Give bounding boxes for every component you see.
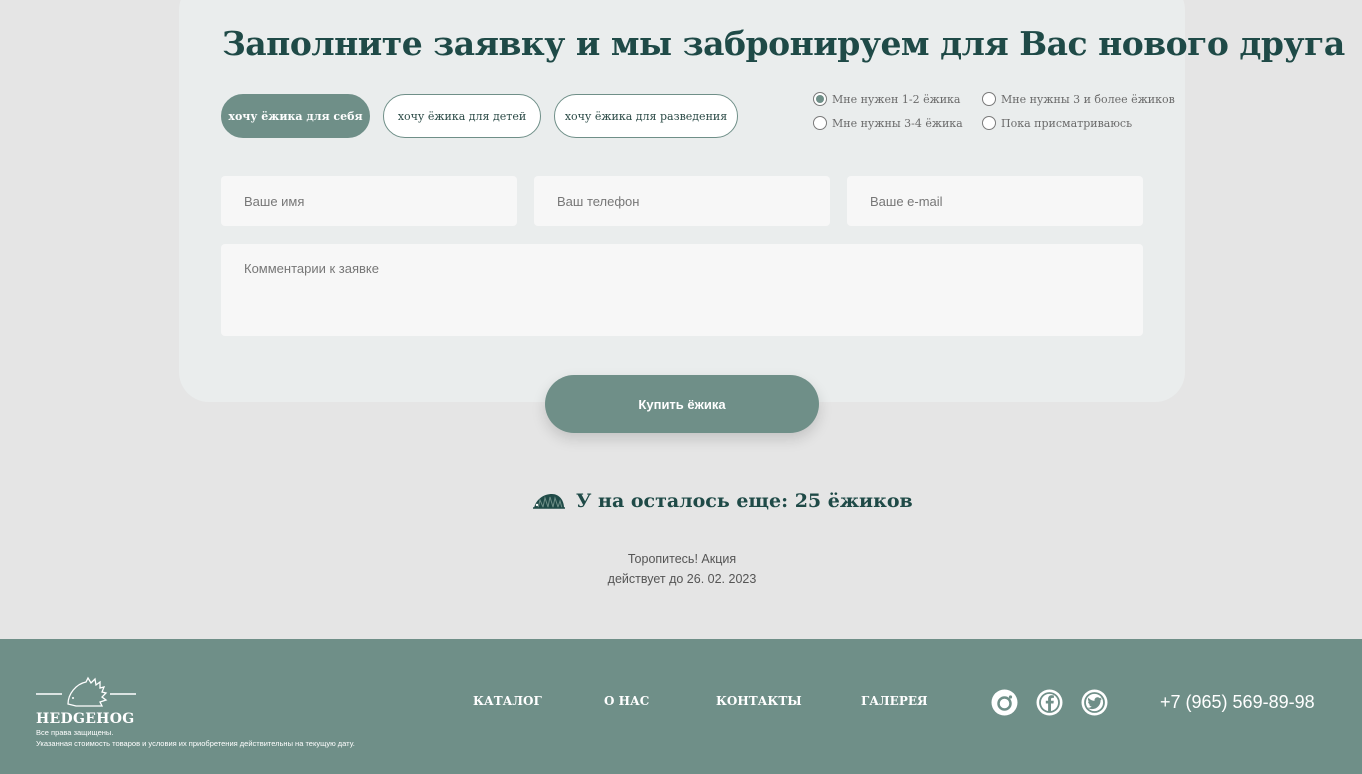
- radio-label: Пока присматриваюсь: [1001, 116, 1133, 130]
- promo-text: Торопитесь! Акция действует до 26. 02. 2…: [560, 549, 804, 589]
- footer-rights: Все права защищены.: [36, 728, 114, 737]
- form-title: Заполните заявку и мы забронируем для Ва…: [222, 24, 1345, 63]
- hedgehog-icon: [533, 494, 565, 509]
- stock-counter: У на осталось еще: 25 ёжиков: [532, 490, 913, 512]
- purpose-breeding-button[interactable]: хочу ёжика для разведения: [554, 94, 738, 138]
- name-input[interactable]: [221, 176, 517, 226]
- quantity-radio-3-plus[interactable]: Мне нужны 3 и более ёжиков: [982, 92, 1175, 106]
- comment-textarea[interactable]: [221, 244, 1143, 336]
- footer-phone-link[interactable]: +7 (965) 569-89-98: [1160, 692, 1315, 713]
- instagram-icon[interactable]: [991, 689, 1018, 716]
- purpose-kids-button[interactable]: хочу ёжика для детей: [383, 94, 541, 138]
- promo-line-2: действует до 26. 02. 2023: [607, 572, 757, 586]
- radio-unchecked-icon: [813, 116, 827, 130]
- quantity-radio-3-4[interactable]: Мне нужны 3-4 ёжика: [813, 116, 963, 130]
- stock-text: У на осталось еще: 25 ёжиков: [576, 490, 913, 512]
- radio-label: Мне нужны 3-4 ёжика: [832, 116, 963, 130]
- buy-hedgehog-button[interactable]: Купить ёжика: [545, 375, 819, 433]
- footer-nav-about[interactable]: О НАС: [604, 694, 649, 708]
- purpose-self-button[interactable]: хочу ёжика для себя: [221, 94, 370, 138]
- quantity-radio-1-2[interactable]: Мне нужен 1-2 ёжика: [813, 92, 960, 106]
- radio-label: Мне нужны 3 и более ёжиков: [1001, 92, 1175, 106]
- phone-input[interactable]: [534, 176, 830, 226]
- quantity-radio-browsing[interactable]: Пока присматриваюсь: [982, 116, 1132, 130]
- hedgehog-logo-icon: [36, 676, 136, 707]
- footer-nav-catalog[interactable]: КАТАЛОГ: [473, 694, 542, 708]
- radio-unchecked-icon: [982, 116, 996, 130]
- footer-brand: HEDGEHOG: [36, 711, 135, 727]
- facebook-icon[interactable]: [1036, 689, 1063, 716]
- radio-checked-icon: [813, 92, 827, 106]
- radio-unchecked-icon: [982, 92, 996, 106]
- email-input[interactable]: [847, 176, 1143, 226]
- footer-nav-contacts[interactable]: КОНТАКТЫ: [716, 694, 802, 708]
- twitter-icon[interactable]: [1081, 689, 1108, 716]
- site-footer: [0, 639, 1362, 774]
- footer-nav-gallery[interactable]: ГАЛЕРЕЯ: [861, 694, 928, 708]
- footer-disclaimer: Указанная стоимость товаров и условия их…: [36, 739, 355, 748]
- radio-label: Мне нужен 1-2 ёжика: [832, 92, 961, 106]
- promo-line-1: Торопитесь! Акция: [627, 552, 737, 566]
